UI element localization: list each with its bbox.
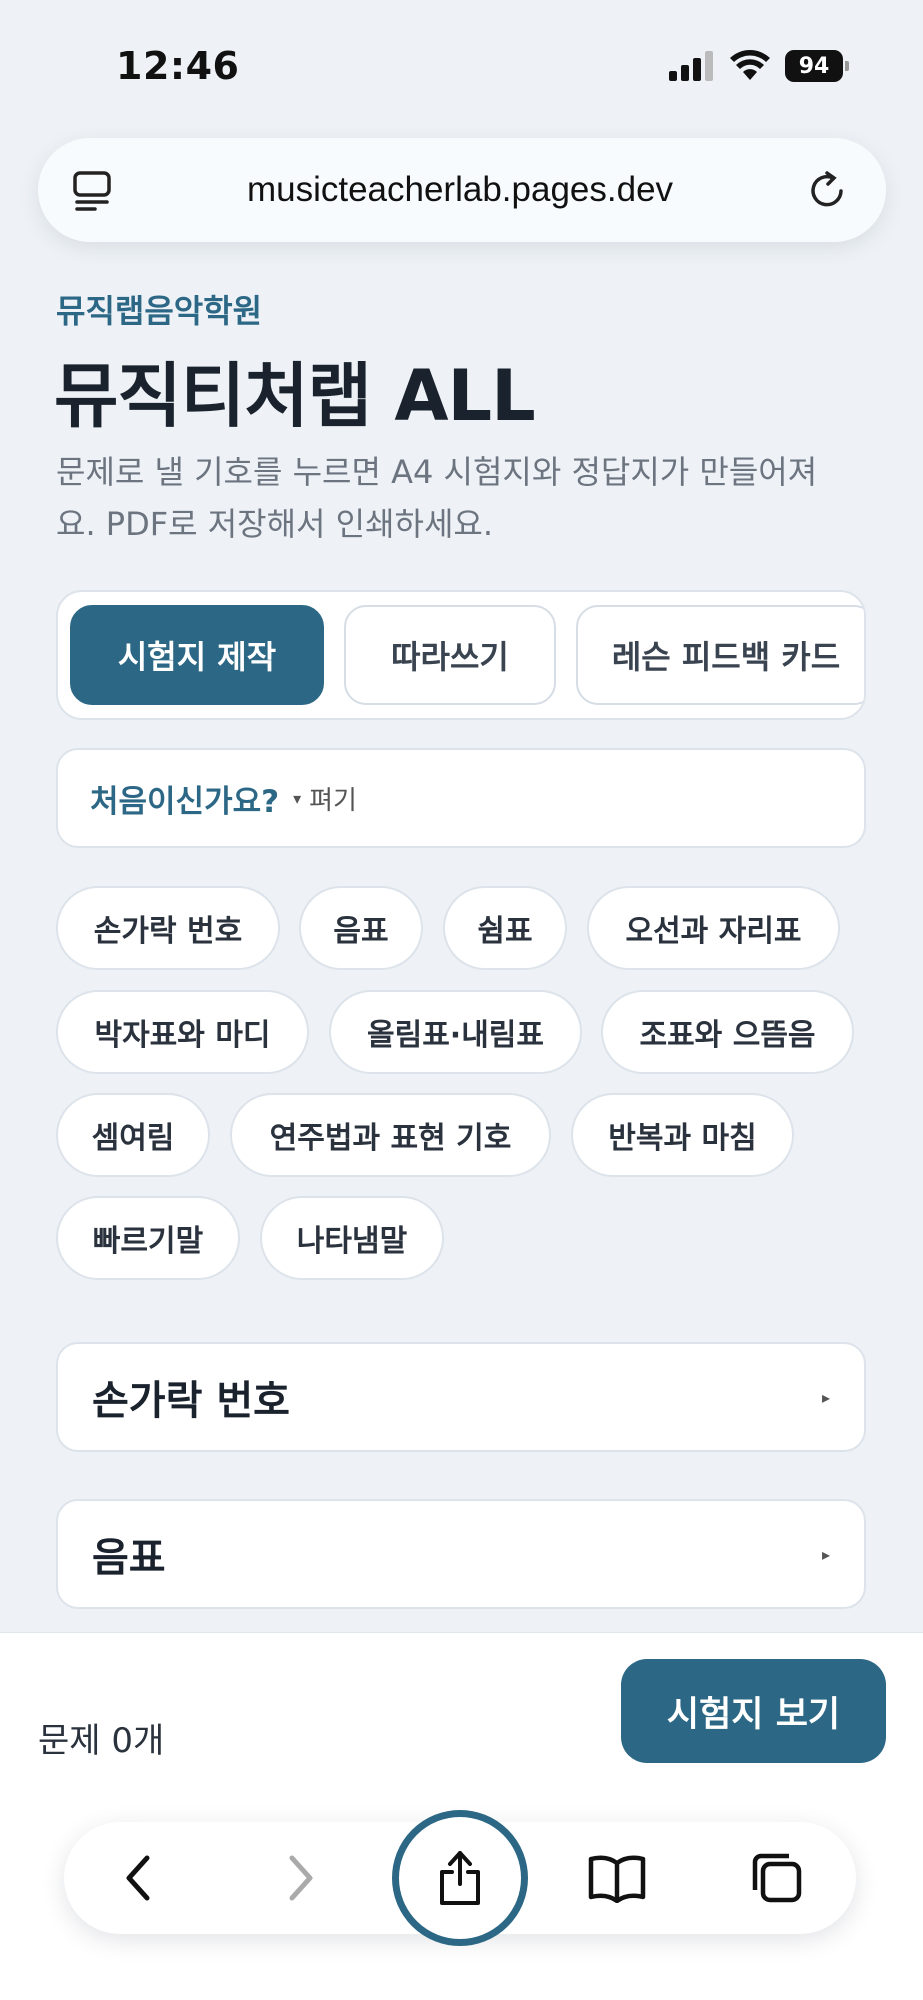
- chip-sharps-flats[interactable]: 올림표·내림표: [329, 990, 582, 1074]
- page-description: 문제로 낼 기호를 누르면 A4 시험지와 정답지가 만들어져요. PDF로 저…: [56, 453, 818, 543]
- section-title: 음표: [92, 1535, 166, 1581]
- intro-toggle[interactable]: 펴기: [309, 780, 357, 817]
- chip-tempo-terms[interactable]: 빠르기말: [56, 1196, 240, 1280]
- chip-key-signature[interactable]: 조표와 으뜸음: [601, 990, 854, 1074]
- chip-staff-clef[interactable]: 오선과 자리표: [587, 886, 840, 970]
- battery-level: 94: [798, 53, 830, 79]
- url-text[interactable]: musicteacherlab.pages.dev: [247, 170, 673, 210]
- browser-toolbar: [64, 1810, 856, 1946]
- status-icons: 94: [669, 50, 849, 82]
- page-title: 뮤직티처랩 ALL: [54, 355, 536, 437]
- reader-icon[interactable]: [70, 168, 114, 212]
- chip-finger-number[interactable]: 손가락 번호: [56, 886, 280, 970]
- tab-tracing[interactable]: 따라쓰기: [344, 605, 556, 705]
- url-bar[interactable]: musicteacherlab.pages.dev: [38, 138, 886, 242]
- tab-exam-maker[interactable]: 시험지 제작: [70, 605, 324, 705]
- section-notes[interactable]: 음표 ▸: [56, 1499, 866, 1609]
- view-exam-button[interactable]: 시험지 보기: [621, 1659, 886, 1763]
- tabs-icon[interactable]: [727, 1822, 827, 1934]
- question-count: 문제 0개: [38, 1721, 165, 1761]
- chevron-right-icon: ▸: [821, 1387, 830, 1407]
- wifi-icon: [730, 50, 770, 80]
- chip-rests[interactable]: 쉼표: [443, 886, 567, 970]
- section-title: 손가락 번호: [92, 1378, 290, 1424]
- signal-icon: [669, 51, 713, 81]
- chip-articulation[interactable]: 연주법과 표현 기호: [230, 1093, 551, 1177]
- status-time: 12:46: [116, 44, 240, 88]
- mode-tabs: 시험지 제작 따라쓰기 레슨 피드백 카드: [56, 590, 866, 720]
- status-bar: 12:46 94: [0, 0, 923, 130]
- chip-time-signature[interactable]: 박자표와 마디: [56, 990, 309, 1074]
- reload-icon[interactable]: [806, 168, 850, 212]
- bookmarks-icon[interactable]: [567, 1822, 667, 1934]
- back-icon[interactable]: [89, 1822, 189, 1934]
- academy-name: 뮤직랩음악학원: [56, 292, 263, 330]
- forward-icon[interactable]: [250, 1822, 350, 1934]
- share-icon[interactable]: [392, 1810, 528, 1946]
- tab-lesson-feedback[interactable]: 레슨 피드백 카드: [576, 605, 864, 705]
- chip-repeat-ending[interactable]: 반복과 마침: [571, 1093, 794, 1177]
- chevron-right-icon: ▸: [821, 1544, 830, 1564]
- chip-dynamics[interactable]: 셈여림: [56, 1093, 210, 1177]
- caret-down-icon: ▾: [293, 788, 302, 808]
- battery-icon: 94: [785, 50, 849, 82]
- chip-expression-terms[interactable]: 나타냄말: [260, 1196, 444, 1280]
- chip-notes[interactable]: 음표: [299, 886, 423, 970]
- intro-box[interactable]: 처음이신가요? ▾ 펴기: [56, 748, 866, 848]
- intro-title: 처음이신가요?: [90, 783, 280, 820]
- section-finger-number[interactable]: 손가락 번호 ▸: [56, 1342, 866, 1452]
